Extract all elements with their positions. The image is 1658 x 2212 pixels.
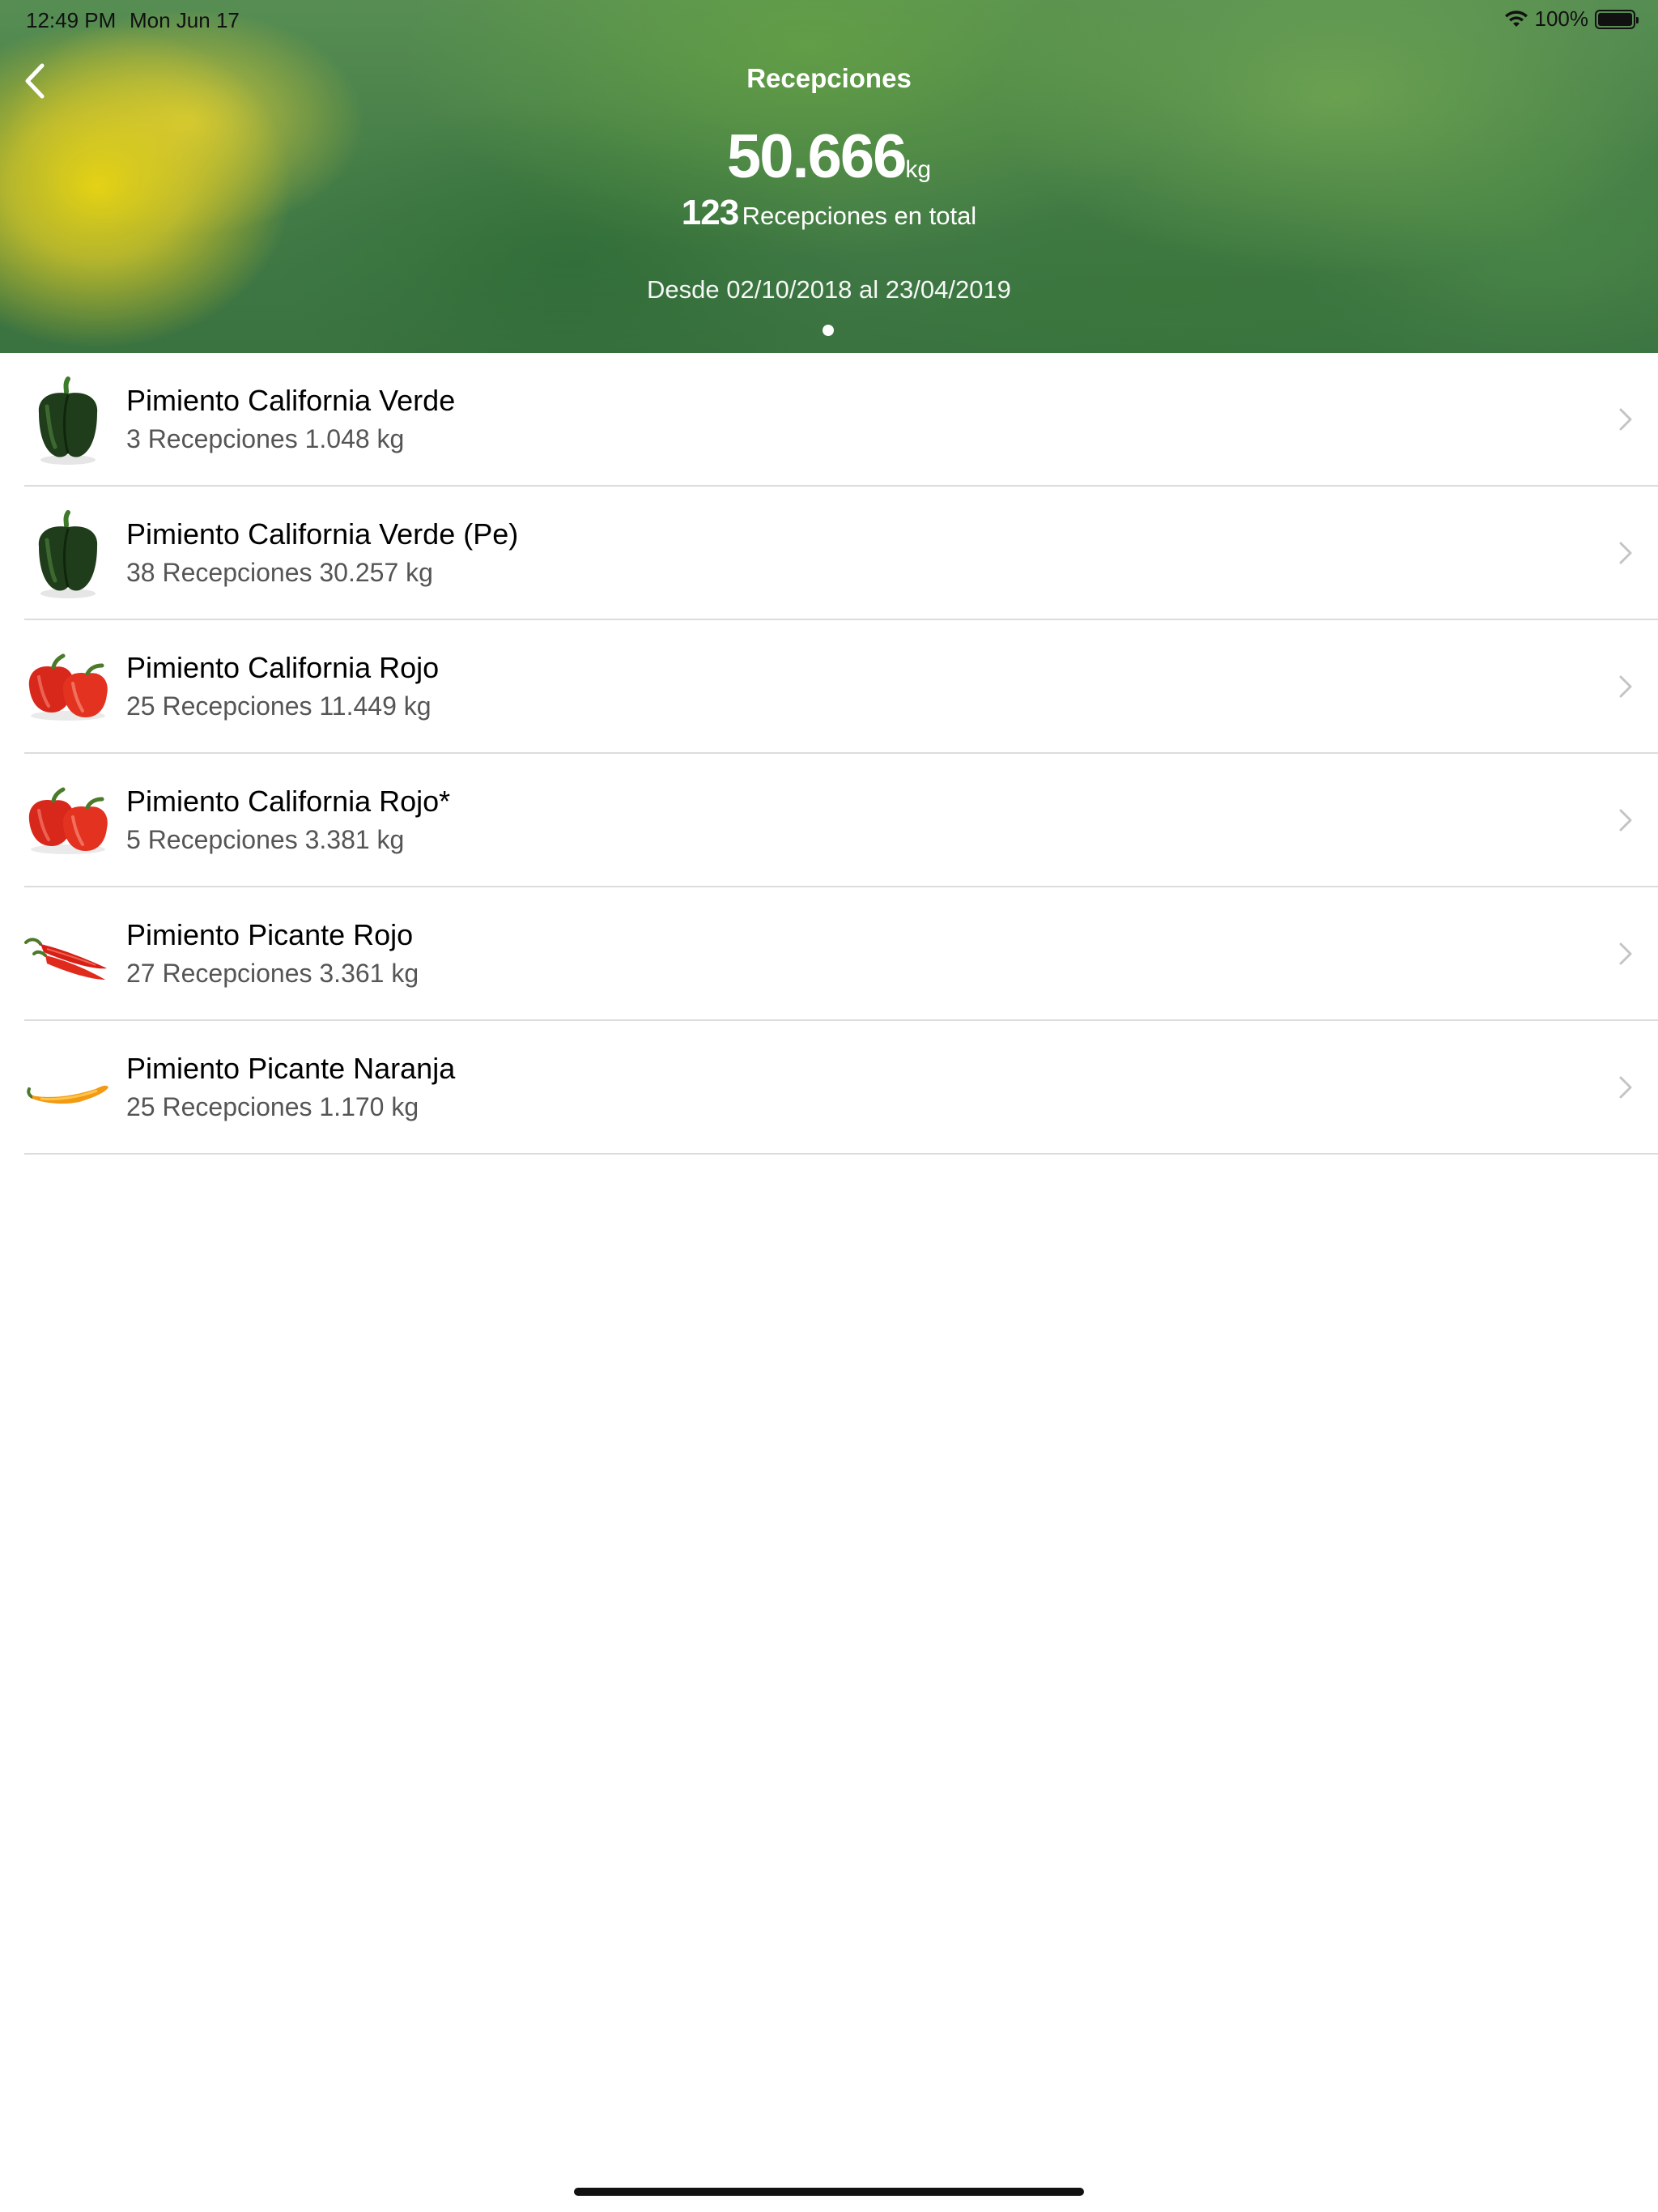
list-item[interactable]: Pimiento California Verde 3 Recepciones … (0, 353, 1658, 487)
page-title: Recepciones (746, 63, 912, 93)
list-item[interactable]: Pimiento California Verde (Pe) 38 Recepc… (0, 487, 1658, 620)
battery-icon (1595, 9, 1639, 29)
chevron-right-icon (1619, 408, 1632, 431)
red-pepper-icon (28, 653, 108, 721)
item-name: Pimiento California Rojo (126, 651, 440, 684)
item-name: Pimiento Picante Naranja (126, 1052, 456, 1085)
date-range: Desde 02/10/2018 al 23/04/2019 (647, 275, 1011, 304)
item-detail: 5 Recepciones 3.381 kg (126, 825, 405, 854)
chevron-right-icon (1619, 675, 1632, 698)
chevron-right-icon (1619, 542, 1632, 564)
status-indicators: 100% (1504, 6, 1639, 32)
total-weight: 50.666kg (0, 121, 1658, 192)
battery-percent: 100% (1534, 6, 1589, 31)
item-name: Pimiento California Verde (126, 384, 456, 417)
green-pepper-icon (38, 376, 98, 465)
page-indicator-dot[interactable] (823, 325, 834, 336)
item-detail: 25 Recepciones 1.170 kg (126, 1092, 419, 1121)
total-weight-unit: kg (905, 156, 932, 183)
home-indicator[interactable] (574, 2188, 1084, 2196)
chevron-right-icon (1619, 942, 1632, 965)
item-detail: 3 Recepciones 1.048 kg (126, 424, 405, 453)
green-pepper-icon (38, 510, 98, 598)
orange-chili-icon (27, 1085, 108, 1104)
total-count-value: 123 (681, 193, 739, 232)
red-chili-icon (24, 938, 107, 980)
list-item[interactable]: Pimiento California Rojo 25 Recepciones … (0, 620, 1658, 754)
header-banner: 12:49 PM Mon Jun 17 100% Recepciones 50.… (0, 0, 1658, 353)
total-count-label: Recepciones en total (742, 202, 977, 230)
item-detail: 27 Recepciones 3.361 kg (126, 959, 419, 988)
item-detail: 38 Recepciones 30.257 kg (126, 558, 433, 587)
list-item[interactable]: Pimiento Picante Naranja 25 Recepciones … (0, 1021, 1658, 1155)
item-name: Pimiento California Rojo* (126, 785, 451, 818)
item-detail: 25 Recepciones 11.449 kg (126, 691, 432, 721)
item-name: Pimiento Picante Rojo (126, 918, 414, 951)
total-count: 123 Recepciones en total (0, 193, 1658, 233)
total-weight-value: 50.666 (726, 122, 907, 191)
red-pepper-icon (28, 787, 108, 854)
product-list: Pimiento California Verde 3 Recepciones … (0, 353, 1658, 1155)
wifi-icon (1504, 10, 1528, 27)
status-date: Mon Jun 17 (130, 8, 240, 32)
status-time: 12:49 PM (26, 8, 117, 32)
list-item[interactable]: Pimiento California Rojo* 5 Recepciones … (0, 754, 1658, 887)
chevron-right-icon (1619, 1076, 1632, 1099)
list-item[interactable]: Pimiento Picante Rojo 27 Recepciones 3.3… (0, 887, 1658, 1021)
chevron-right-icon (1619, 809, 1632, 832)
item-name: Pimiento California Verde (Pe) (126, 517, 519, 551)
